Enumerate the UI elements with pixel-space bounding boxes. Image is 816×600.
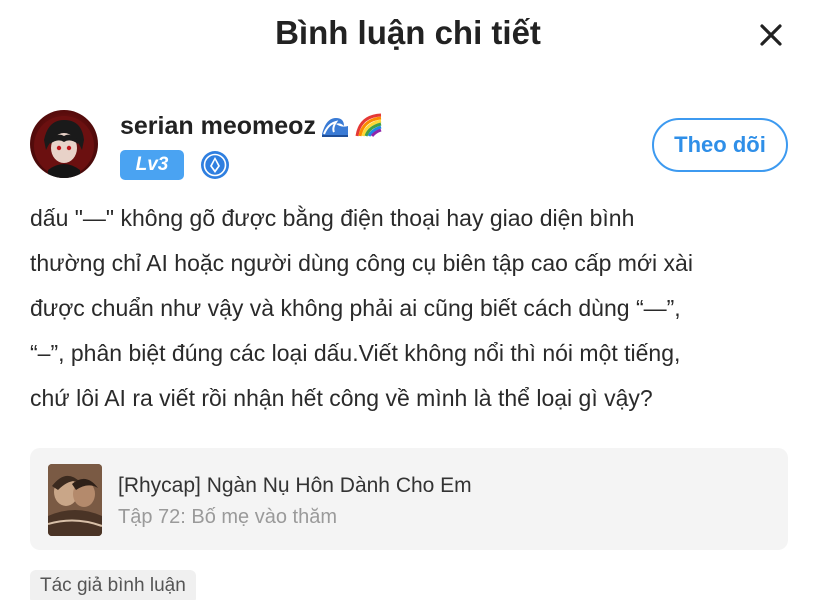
rainbow-emoji-icon — [354, 112, 384, 145]
comment-line: “–”, phân biệt đúng các loại dấu.Viết kh… — [30, 340, 681, 366]
header: Bình luận chi tiết — [0, 0, 816, 72]
level-badge: Lv3 — [120, 150, 184, 180]
comment-line: chứ lôi AI ra viết rồi nhận hết công về … — [30, 385, 653, 411]
story-cover-thumbnail — [48, 464, 102, 536]
page-title: Bình luận chi tiết — [275, 14, 541, 51]
comment-line: được chuẩn như vậy và không phải ai cũng… — [30, 295, 681, 321]
rank-badge-icon — [200, 150, 230, 180]
story-title: [Rhycap] Ngàn Nụ Hôn Dành Cho Em — [118, 474, 472, 497]
avatar[interactable] — [30, 110, 98, 178]
comment-author: serian meomeoz Lv3 Theo dõi — [28, 110, 788, 190]
comment-line: dấu "—" không gõ được bằng điện thoại ha… — [30, 205, 635, 231]
username[interactable]: serian meomeoz — [120, 112, 384, 145]
author-comment-tag: Tác giả bình luận — [30, 570, 196, 600]
comment-body: dấu "—" không gõ được bằng điện thoại ha… — [30, 196, 790, 421]
wave-emoji-icon — [320, 112, 350, 145]
close-button[interactable] — [754, 18, 788, 52]
story-chapter: Tập 72: Bố mẹ vào thăm — [118, 506, 338, 528]
username-text: serian meomeoz — [120, 112, 316, 140]
follow-button[interactable]: Theo dõi — [652, 118, 788, 172]
story-card[interactable]: [Rhycap] Ngàn Nụ Hôn Dành Cho Em Tập 72:… — [30, 448, 788, 550]
comment-line: thường chỉ AI hoặc người dùng công cụ bi… — [30, 250, 693, 276]
close-icon — [760, 24, 782, 46]
